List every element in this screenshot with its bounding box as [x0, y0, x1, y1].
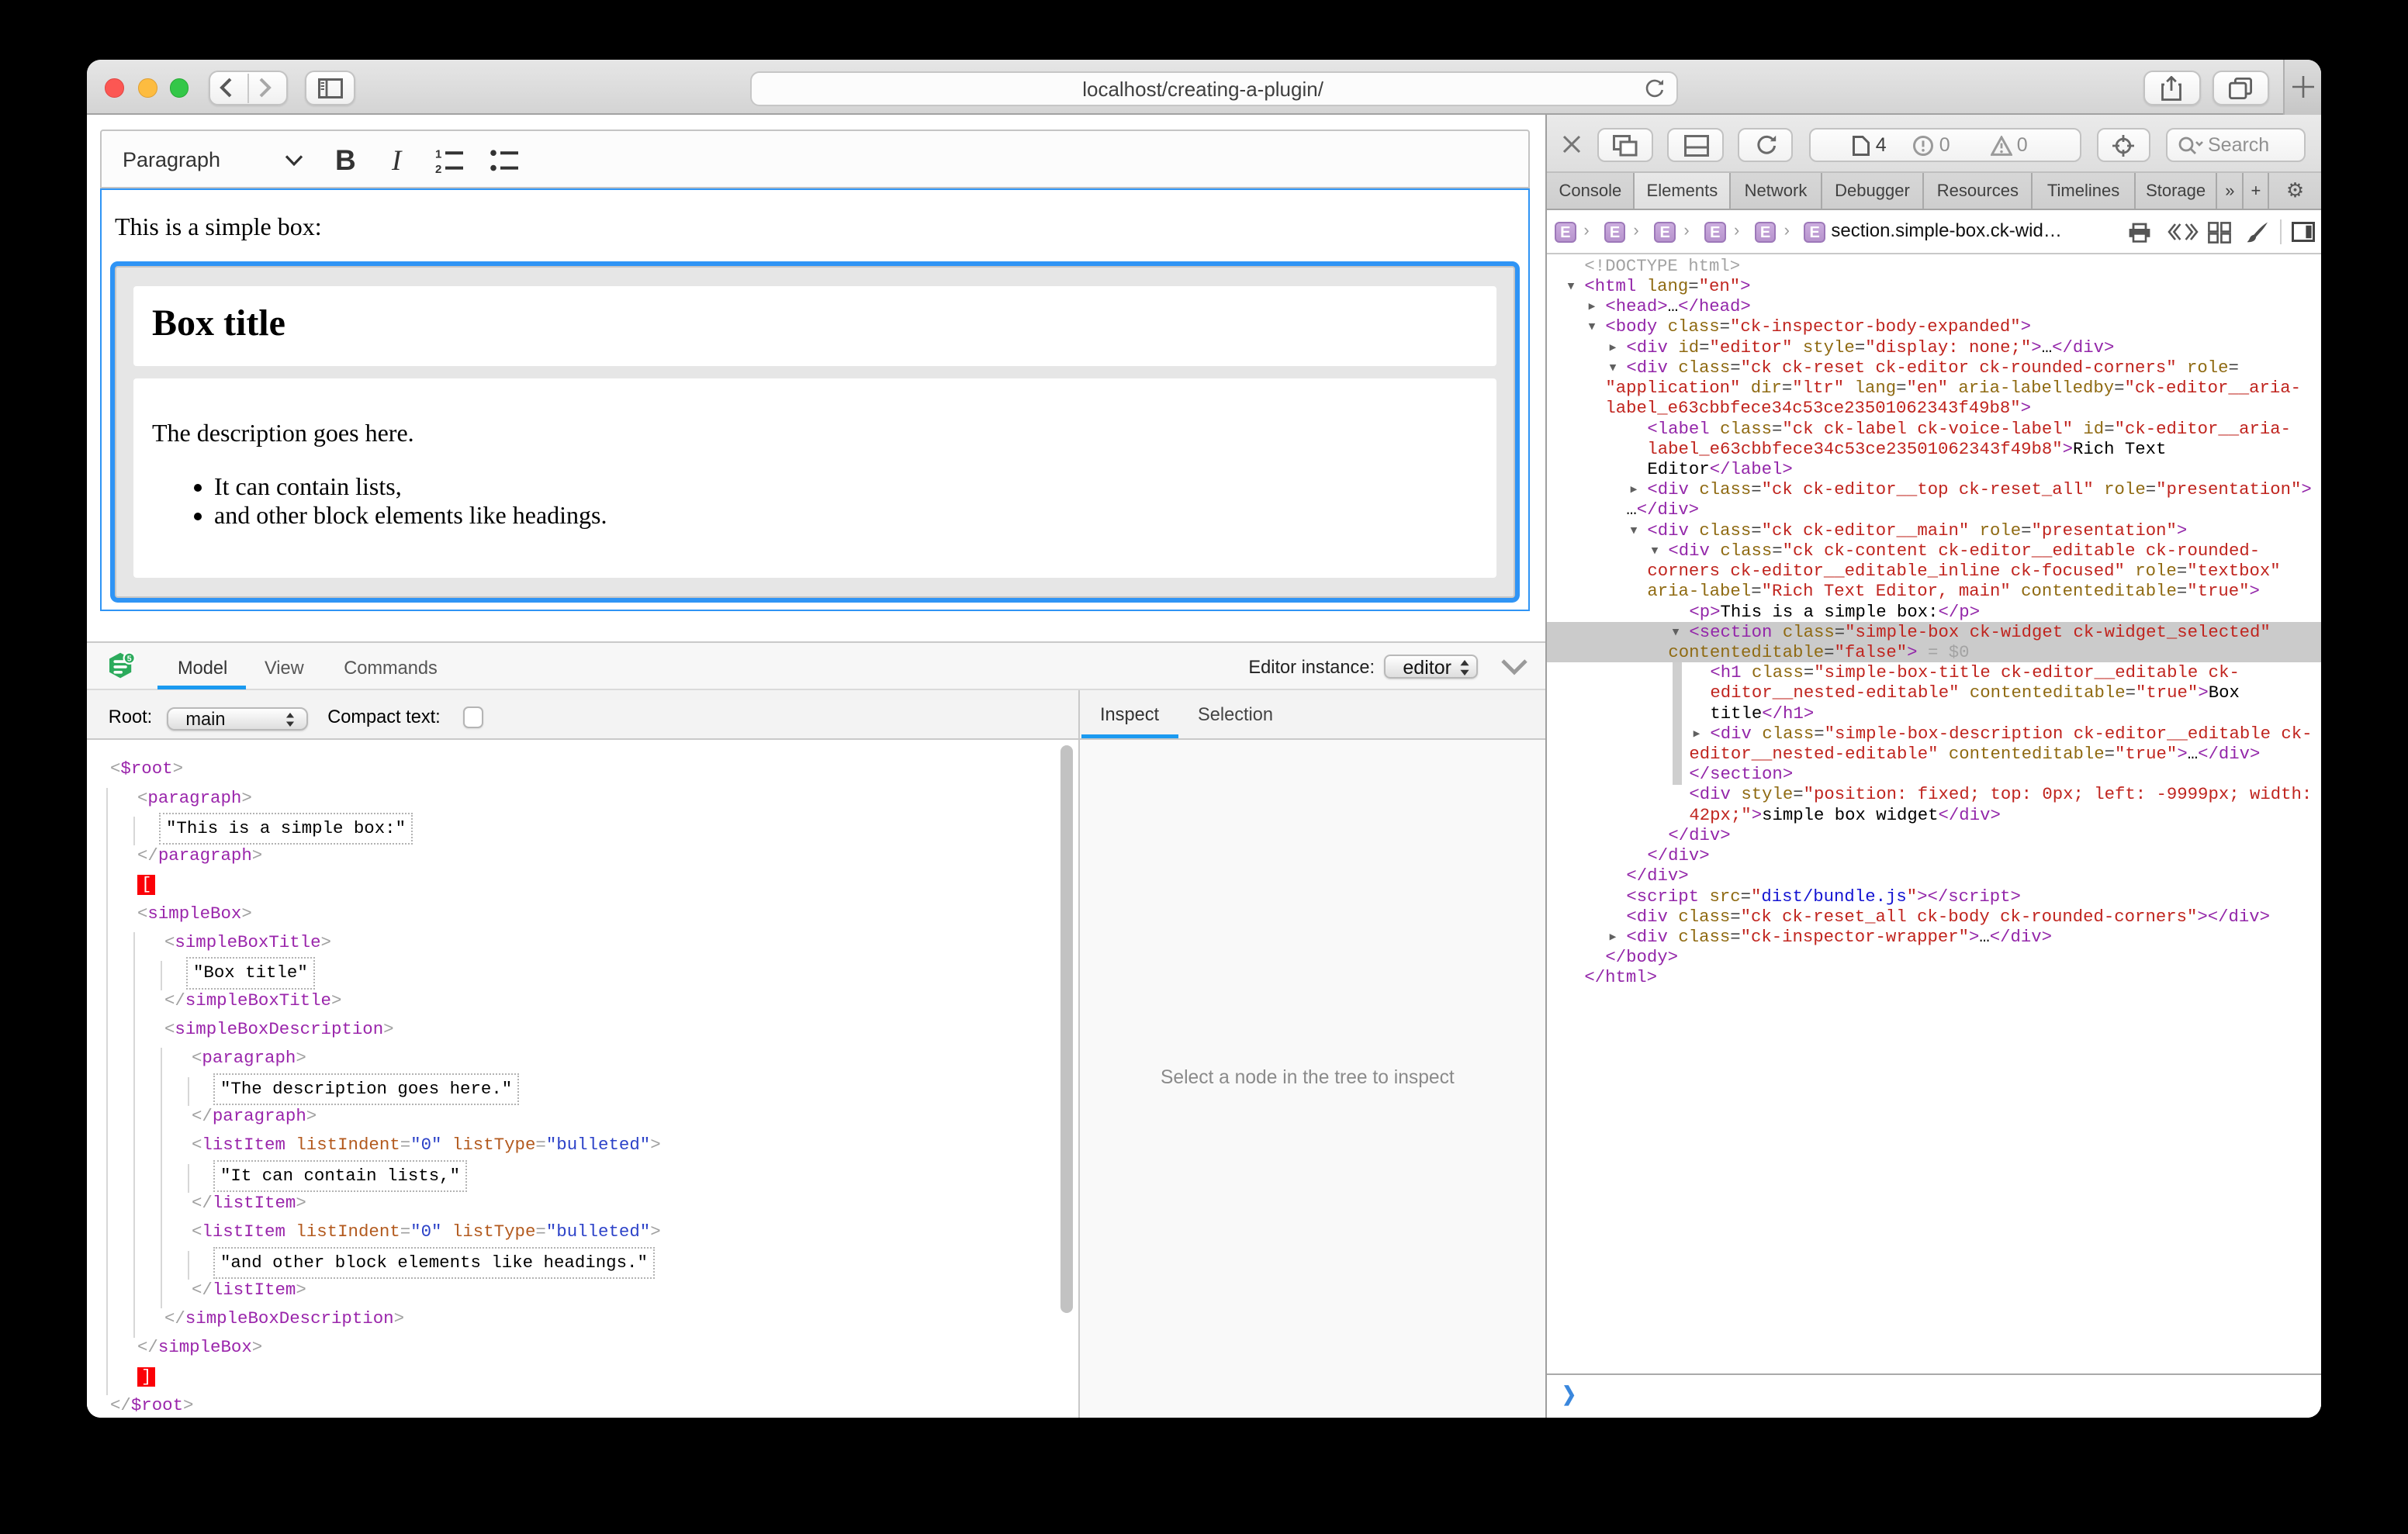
svg-text:5: 5 — [127, 655, 132, 664]
svg-text:2: 2 — [435, 163, 441, 174]
svg-text:1: 1 — [435, 148, 441, 161]
